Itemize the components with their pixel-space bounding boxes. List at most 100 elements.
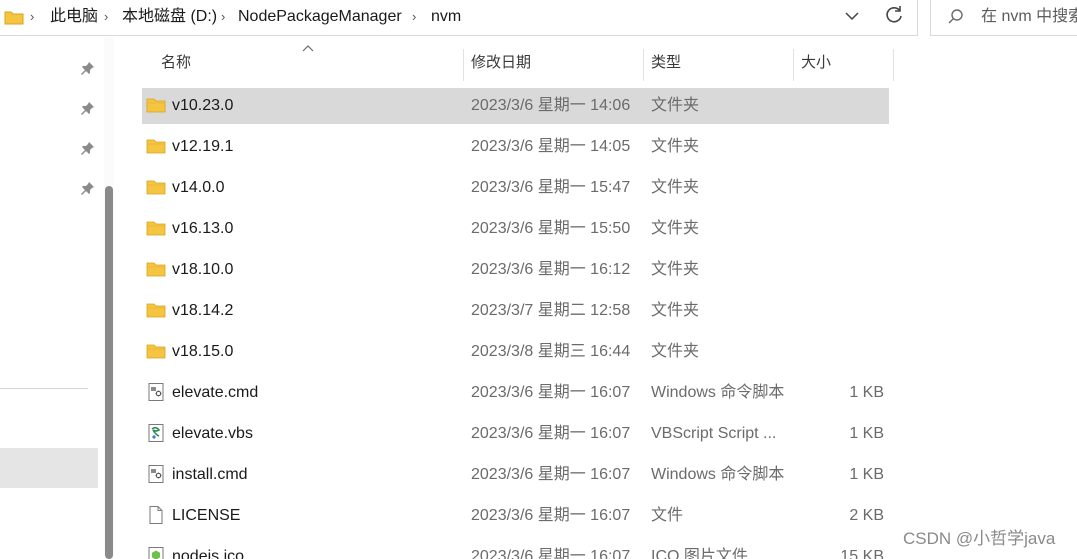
pin-icon[interactable] [80,60,96,76]
chevron-right-icon[interactable]: › [412,6,416,28]
file-size: 1 KB [849,384,884,401]
folder-icon [146,180,166,195]
file-name: nodejs.ico [172,548,245,559]
file-modified-date: 2023/3/6 星期一 14:06 [471,97,631,114]
pin-icon[interactable] [80,100,96,116]
column-divider[interactable] [463,49,464,81]
sort-ascending-icon [302,45,314,52]
nav-item-selected[interactable] [0,448,98,488]
file-row[interactable]: v14.0.0 2023/3/6 星期一 15:47 文件夹 [142,170,889,206]
column-header-date[interactable]: 修改日期 [471,52,531,74]
file-modified-date: 2023/3/6 星期一 16:07 [471,507,631,524]
vbs-file-icon [148,424,164,442]
file-row[interactable]: elevate.cmd 2023/3/6 星期一 16:07 Windows 命令脚… [142,375,889,411]
file-row[interactable]: v18.15.0 2023/3/8 星期三 16:44 文件夹 [142,334,889,370]
refresh-icon[interactable] [883,4,905,26]
chevron-down-icon[interactable] [842,6,862,26]
file-name: v18.15.0 [172,343,234,360]
file-name: v12.19.1 [172,138,234,155]
chevron-right-icon[interactable]: › [104,6,108,28]
file-row[interactable]: install.cmd 2023/3/6 星期一 16:07 Windows 命令脚… [142,457,889,493]
folder-icon [146,221,166,236]
file-name: v18.14.2 [172,302,234,319]
nav-scrollbar-thumb[interactable] [105,186,113,559]
file-modified-date: 2023/3/7 星期二 12:58 [471,302,631,319]
search-box[interactable]: 在 nvm 中搜索 [930,0,1077,36]
file-explorer-window: › 此电脑 › 本地磁盘 (D:) › NodePackageManager ›… [0,0,1077,559]
file-name: elevate.vbs [172,425,253,442]
folder-icon [146,262,166,277]
file-row[interactable]: LICENSE 2023/3/6 星期一 16:07 文件 2 KB [142,498,889,534]
cmd-file-icon [148,383,164,401]
folder-icon [4,11,24,25]
file-name: LICENSE [172,507,241,524]
file-modified-date: 2023/3/6 星期一 15:50 [471,220,631,237]
breadcrumb-nvm[interactable]: nvm [431,6,461,28]
file-size: 1 KB [849,425,884,442]
file-type: 文件夹 [651,302,700,319]
file-row[interactable]: v16.13.0 2023/3/6 星期一 15:50 文件夹 [142,211,889,247]
file-size: 1 KB [849,466,884,483]
column-divider[interactable] [643,49,644,81]
chevron-right-icon[interactable]: › [221,6,225,28]
folder-icon [146,344,166,359]
file-modified-date: 2023/3/6 星期一 16:12 [471,261,631,278]
file-type: VBScript Script ... [651,425,777,442]
file-name: v18.10.0 [172,261,234,278]
file-modified-date: 2023/3/6 星期一 16:07 [471,466,631,483]
column-divider[interactable] [793,49,794,81]
file-size: 2 KB [849,507,884,524]
file-modified-date: 2023/3/6 星期一 14:05 [471,138,631,155]
column-header-type[interactable]: 类型 [651,52,681,74]
search-input[interactable]: 在 nvm 中搜索 [981,6,1077,28]
file-type: 文件夹 [651,179,700,196]
file-name: elevate.cmd [172,384,259,401]
file-type: 文件夹 [651,261,700,278]
file-row[interactable]: v18.14.2 2023/3/7 星期二 12:58 文件夹 [142,293,889,329]
address-bar[interactable]: › 此电脑 › 本地磁盘 (D:) › NodePackageManager ›… [0,0,918,36]
pin-icon[interactable] [80,180,96,196]
file-type: Windows 命令脚本 [651,384,785,401]
column-divider[interactable] [893,49,894,81]
file-modified-date: 2023/3/8 星期三 16:44 [471,343,631,360]
file-row[interactable]: elevate.vbs 2023/3/6 星期一 16:07 VBScript Sc… [142,416,889,452]
file-type: 文件夹 [651,97,700,114]
breadcrumb-local-disk[interactable]: 本地磁盘 (D:) [122,6,217,28]
file-modified-date: 2023/3/6 星期一 16:07 [471,548,631,559]
file-name: install.cmd [172,466,248,483]
chevron-right-icon[interactable]: › [30,6,34,28]
navigation-pane [0,37,118,559]
folder-icon [146,98,166,113]
folder-icon [146,303,166,318]
blank-file-icon [149,506,163,524]
file-name: v14.0.0 [172,179,225,196]
file-row[interactable]: v12.19.1 2023/3/6 星期一 14:05 文件夹 [142,129,889,165]
file-row[interactable]: v10.23.0 2023/3/6 星期一 14:06 文件夹 [142,88,889,124]
column-header-name[interactable]: 名称 [161,52,191,74]
file-type: Windows 命令脚本 [651,466,785,483]
pin-icon[interactable] [80,140,96,156]
file-type: 文件夹 [651,138,700,155]
file-modified-date: 2023/3/6 星期一 15:47 [471,179,631,196]
file-name: v10.23.0 [172,97,234,114]
file-type: 文件 [651,507,684,524]
file-modified-date: 2023/3/6 星期一 16:07 [471,425,631,442]
file-type: 文件夹 [651,343,700,360]
file-row[interactable]: v18.10.0 2023/3/6 星期一 16:12 文件夹 [142,252,889,288]
file-type: 文件夹 [651,220,700,237]
folder-icon [146,139,166,154]
watermark: CSDN @小哲学java [903,529,1056,548]
column-header-size[interactable]: 大小 [801,52,831,74]
cmd-file-icon [148,465,164,483]
file-list: 名称 修改日期 类型 大小 v10.23.0 2023/3/6 星期一 14:06… [118,37,1077,559]
file-modified-date: 2023/3/6 星期一 16:07 [471,384,631,401]
file-type: ICO 图片文件 [651,548,748,559]
file-row[interactable]: nodejs.ico 2023/3/6 星期一 16:07 ICO 图片文件 15 K… [142,539,889,559]
nav-divider [0,388,88,389]
file-size: 15 KB [840,548,884,559]
file-name: v16.13.0 [172,220,234,237]
breadcrumb-nodepackagemanager[interactable]: NodePackageManager [238,6,402,28]
search-icon [948,9,963,24]
ico-file-icon [148,547,164,559]
breadcrumb-this-pc[interactable]: 此电脑 [50,6,98,28]
